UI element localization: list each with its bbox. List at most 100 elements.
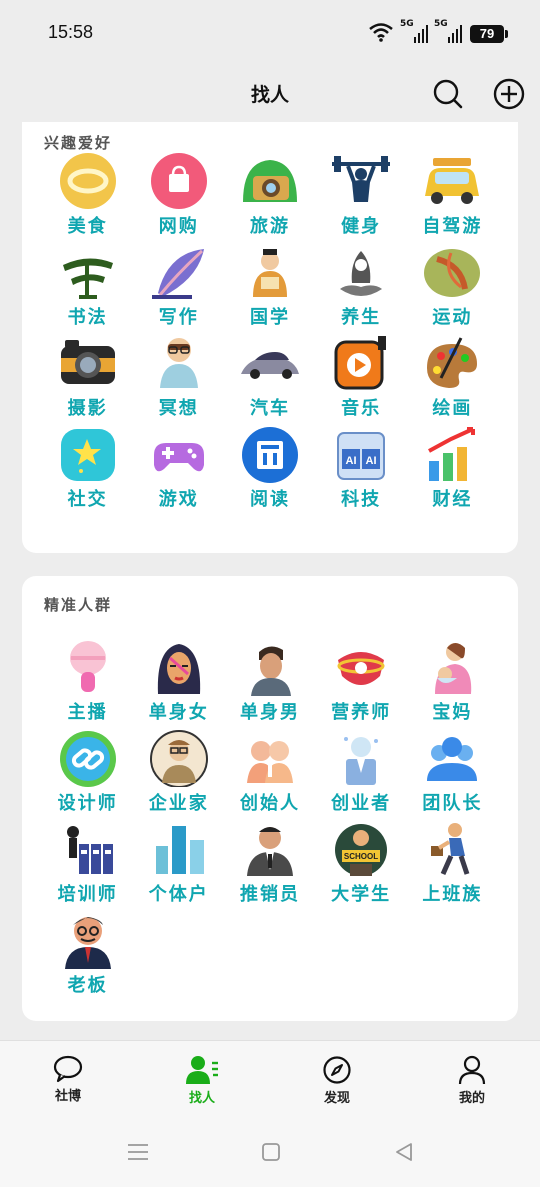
music-player-icon <box>330 334 392 392</box>
main-content[interactable]: 兴趣爱好 美食 网购 旅游 健身 自驾游书法 写作 国学 养生 运动摄影 冥想 汽车 音乐 绘画社交 游戏… <box>0 122 540 1040</box>
grid-item-label: 主播 <box>67 702 108 723</box>
grid-item-interests-14[interactable]: 绘画 <box>407 334 498 419</box>
tab-label: 我的 <box>458 1091 485 1106</box>
grid-item-interests-11[interactable]: 冥想 <box>133 334 224 419</box>
grid-item-audience-8[interactable]: 创业者 <box>316 729 407 814</box>
grid-item-label: 科技 <box>341 489 382 510</box>
audience-grid: 主播 单身女 单身男 营养师 宝妈 设计师 企业家 创始人 创业者 团队长 培训师 个体户 推销员 SCH… <box>42 638 498 996</box>
grid-item-label: 培训师 <box>57 884 118 905</box>
grid-item-interests-13[interactable]: 音乐 <box>316 334 407 419</box>
reading-app-icon <box>239 425 301 483</box>
grid-item-audience-7[interactable]: 创始人 <box>224 729 315 814</box>
status-bar: 15:58 5G 5G 79 <box>0 0 540 68</box>
tab-shebo[interactable]: 社博 <box>28 1055 108 1104</box>
grid-item-audience-4[interactable]: 宝妈 <box>407 638 498 723</box>
feather-pen-icon <box>148 243 210 301</box>
status-icons: 5G 5G 79 <box>368 19 508 46</box>
grid-item-interests-10[interactable]: 摄影 <box>42 334 133 419</box>
grid-item-label: 个体户 <box>148 884 209 905</box>
shopping-bag-icon <box>148 152 210 210</box>
header: 找人 <box>0 68 540 122</box>
grid-item-audience-0[interactable]: 主播 <box>42 638 133 723</box>
grid-item-label: 绘画 <box>432 398 473 419</box>
grid-item-interests-6[interactable]: 写作 <box>133 243 224 328</box>
system-nav-bar <box>0 1116 540 1187</box>
grid-item-interests-12[interactable]: 汽车 <box>224 334 315 419</box>
grid-item-audience-5[interactable]: 设计师 <box>42 729 133 814</box>
grid-item-label: 写作 <box>158 307 199 328</box>
grid-item-interests-16[interactable]: 游戏 <box>133 425 224 510</box>
nutrition-icon <box>330 638 392 696</box>
self-employed-icon <box>148 820 210 878</box>
grid-item-label: 企业家 <box>148 793 209 814</box>
signal-label: 5G <box>434 19 448 29</box>
grid-item-interests-1[interactable]: 网购 <box>133 152 224 237</box>
grid-item-audience-13[interactable]: SCHOOL 大学生 <box>316 820 407 905</box>
signal-icon: 5G <box>434 19 462 43</box>
grid-item-interests-8[interactable]: 养生 <box>316 243 407 328</box>
svg-text:AI: AI <box>346 455 357 467</box>
tab-find-people[interactable]: 找人 <box>162 1055 242 1106</box>
student-icon: SCHOOL <box>330 820 392 878</box>
grid-item-label: 运动 <box>432 307 473 328</box>
menu-button[interactable] <box>127 1142 149 1166</box>
grid-item-interests-3[interactable]: 健身 <box>316 152 407 237</box>
grid-item-label: 国学 <box>249 307 290 328</box>
section-title: 兴趣爱好 <box>44 134 113 152</box>
back-button[interactable] <box>394 1142 414 1166</box>
tab-discover[interactable]: 发现 <box>297 1055 377 1106</box>
grid-item-audience-10[interactable]: 培训师 <box>42 820 133 905</box>
microphone-icon <box>57 638 119 696</box>
grid-item-interests-9[interactable]: 运动 <box>407 243 498 328</box>
grid-item-label: 老板 <box>67 975 108 996</box>
sports-car-icon <box>239 334 301 392</box>
grid-item-interests-15[interactable]: 社交 <box>42 425 133 510</box>
grid-item-audience-1[interactable]: 单身女 <box>133 638 224 723</box>
grid-item-audience-9[interactable]: 团队长 <box>407 729 498 814</box>
grid-item-interests-17[interactable]: 阅读 <box>224 425 315 510</box>
grid-item-interests-2[interactable]: 旅游 <box>224 152 315 237</box>
grid-item-audience-3[interactable]: 营养师 <box>316 638 407 723</box>
section-title: 精准人群 <box>44 596 113 614</box>
grid-item-audience-15[interactable]: 老板 <box>42 911 133 996</box>
sports-ball-icon <box>421 243 483 301</box>
tab-me[interactable]: 我的 <box>432 1055 512 1106</box>
grid-item-audience-11[interactable]: 个体户 <box>133 820 224 905</box>
search-button[interactable] <box>430 76 466 112</box>
add-button[interactable] <box>491 76 527 112</box>
grid-item-label: 汽车 <box>249 398 290 419</box>
interests-grid: 美食 网购 旅游 健身 自驾游 书法 写作 国学 养生 运动 摄影 冥想 汽车 音乐 绘画 社交 游戏 阅读 AI A… <box>42 152 498 510</box>
home-button[interactable] <box>261 1142 281 1166</box>
grid-item-audience-6[interactable]: 企业家 <box>133 729 224 814</box>
grid-item-audience-12[interactable]: 推销员 <box>224 820 315 905</box>
grid-item-label: 音乐 <box>341 398 382 419</box>
grid-item-interests-0[interactable]: 美食 <box>42 152 133 237</box>
battery-icon: 79 <box>470 25 508 43</box>
grid-item-label: 创业者 <box>331 793 392 814</box>
grid-item-interests-4[interactable]: 自驾游 <box>407 152 498 237</box>
search-icon <box>433 79 463 109</box>
grid-item-interests-18[interactable]: AI AI 科技 <box>316 425 407 510</box>
home-square-icon <box>262 1143 280 1161</box>
grid-item-interests-19[interactable]: 财经 <box>407 425 498 510</box>
tab-label: 找人 <box>188 1091 215 1106</box>
grid-item-label: 美食 <box>67 216 108 237</box>
grid-item-label: 设计师 <box>57 793 118 814</box>
grid-item-interests-5[interactable]: 书法 <box>42 243 133 328</box>
grid-item-audience-14[interactable]: 上班族 <box>407 820 498 905</box>
grid-item-interests-7[interactable]: 国学 <box>224 243 315 328</box>
signal-label: 5G <box>400 19 414 29</box>
chat-bubble-icon <box>53 1055 83 1083</box>
travel-camera-icon <box>239 152 301 210</box>
grid-item-label: 上班族 <box>422 884 483 905</box>
businessman-icon <box>148 729 210 787</box>
grid-item-audience-2[interactable]: 单身男 <box>224 638 315 723</box>
bar-growth-icon <box>421 425 483 483</box>
gold-ring-icon <box>57 152 119 210</box>
svg-text:SCHOOL: SCHOOL <box>344 852 378 861</box>
grid-item-label: 营养师 <box>331 702 392 723</box>
grid-item-label: 大学生 <box>331 884 392 905</box>
back-triangle-icon <box>396 1143 412 1161</box>
tab-label: 发现 <box>323 1091 350 1106</box>
interests-card: 兴趣爱好 美食 网购 旅游 健身 自驾游书法 写作 国学 养生 运动摄影 冥想 汽车 音乐 绘画社交 游戏… <box>22 122 518 553</box>
